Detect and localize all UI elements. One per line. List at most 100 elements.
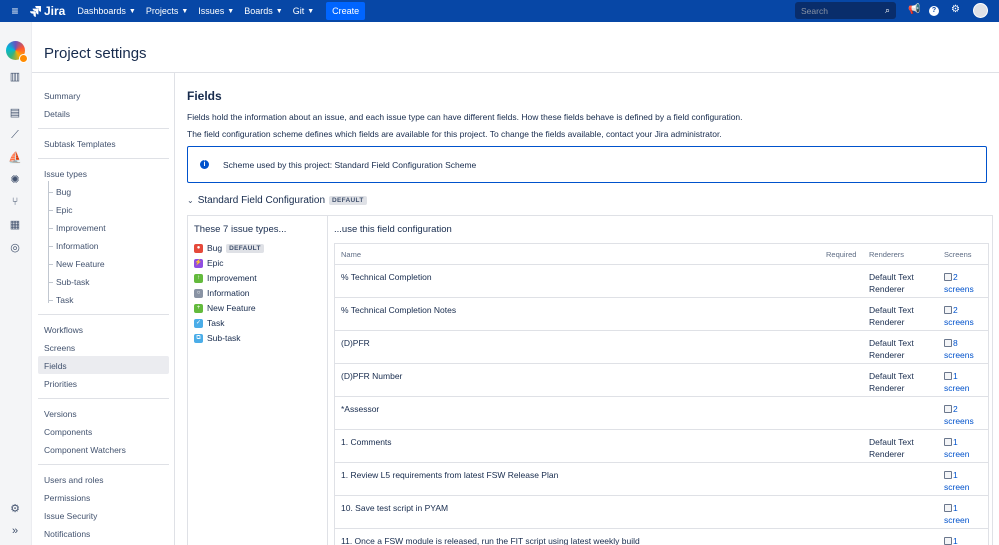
field-screens-link[interactable]: 1: [944, 535, 984, 545]
divider: [38, 398, 169, 399]
menu-boards[interactable]: Boards ▼: [244, 6, 282, 16]
issue-type-epic: ⚡ Epic: [194, 258, 224, 268]
field-renderer: Default Text Renderer: [869, 371, 914, 393]
menu-issues[interactable]: Issues ▼: [198, 6, 234, 16]
app-switcher-icon[interactable]: ≡: [0, 4, 30, 18]
info-icon: i: [200, 160, 209, 169]
field-name: % Technical Completion Notes: [341, 305, 457, 315]
sidebar-item-epic[interactable]: Epic: [56, 205, 73, 215]
create-button[interactable]: Create: [326, 2, 366, 20]
improvement-icon: ↑: [194, 273, 203, 283]
config-header[interactable]: ⌄ Standard Field Configuration DEFAULT: [187, 195, 367, 206]
field-screens-link[interactable]: 1 screen: [944, 370, 984, 394]
fields-column: ...use this field configuration Name Req…: [334, 216, 994, 545]
sidebar-item-issue-types[interactable]: Issue types: [44, 169, 87, 179]
sidebar-item-component-watchers[interactable]: Component Watchers: [44, 445, 126, 455]
sidebar-item-new-feature[interactable]: New Feature: [56, 259, 105, 269]
project-badge-icon: [19, 54, 28, 63]
sidebar-item-workflows[interactable]: Workflows: [44, 325, 83, 335]
field-name: 1. Comments: [341, 437, 392, 447]
chevron-down-icon[interactable]: ⌄: [187, 196, 194, 205]
sidebar-item-permissions[interactable]: Permissions: [44, 493, 90, 503]
code-icon[interactable]: ⑂: [8, 195, 22, 209]
sidebar-item-fields[interactable]: Fields: [44, 361, 67, 371]
search-placeholder: Search: [801, 6, 828, 16]
screens-count: 1: [953, 536, 958, 545]
table-row: 11. Once a FSW module is released, run t…: [335, 529, 988, 545]
fields-table: Name Required Renderers Screens % Techni…: [334, 243, 989, 545]
screen-icon: [944, 306, 952, 314]
sidebar-item-task[interactable]: Task: [56, 295, 73, 305]
reports-icon[interactable]: ⟋: [8, 128, 22, 142]
settings-icon[interactable]: ⚙: [8, 502, 22, 516]
table-row: 10. Save test script in PYAM 1 screen: [335, 496, 988, 529]
sidebar-item-bug[interactable]: Bug: [56, 187, 71, 197]
screen-icon: [944, 471, 952, 479]
page-title: Project settings: [44, 45, 147, 62]
sidebar-item-versions[interactable]: Versions: [44, 409, 77, 419]
new-feature-icon: +: [194, 303, 203, 313]
description-paragraph: The field configuration scheme defines w…: [187, 129, 722, 139]
sidebar-item-subtask-templates[interactable]: Subtask Templates: [44, 139, 116, 149]
field-renderer: Default Text Renderer: [869, 272, 914, 294]
components-icon[interactable]: ✺: [8, 173, 22, 187]
user-avatar[interactable]: [973, 3, 988, 18]
sidebar-item-improvement[interactable]: Improvement: [56, 223, 106, 233]
field-screens-link[interactable]: 1 screen: [944, 469, 984, 493]
field-screens-link[interactable]: 2 screens: [944, 403, 984, 427]
sidebar-item-screens[interactable]: Screens: [44, 343, 75, 353]
issue-type-name: Task: [207, 318, 225, 328]
table-row: (D)PFR Number Default Text Renderer 1 scre…: [335, 364, 988, 397]
page-header: Project settings: [32, 22, 999, 73]
releases-icon[interactable]: ⛵: [8, 151, 22, 165]
sidebar-item-priorities[interactable]: Priorities: [44, 379, 77, 389]
issue-type-new-feature: + New Feature: [194, 303, 256, 313]
top-navigation: ≡ Jira Dashboards ▼ Projects ▼ Issues ▼ Boa…: [0, 0, 999, 22]
field-screens-link[interactable]: 2 screens: [944, 271, 984, 295]
jira-logo[interactable]: Jira: [30, 4, 65, 18]
menu-label: Issues: [198, 6, 225, 16]
field-screens-link[interactable]: 2 screens: [944, 304, 984, 328]
sidebar-item-sub-task[interactable]: Sub-task: [56, 277, 90, 287]
field-renderer: Default Text Renderer: [869, 338, 914, 360]
issue-type-name: Sub-task: [207, 333, 241, 343]
project-avatar[interactable]: [6, 41, 28, 63]
gear-icon[interactable]: ⚙: [951, 4, 960, 15]
field-screens-link[interactable]: 8 screens: [944, 337, 984, 361]
search-input[interactable]: Search ⌕: [795, 2, 896, 19]
tree-tick: [48, 210, 53, 211]
field-screens-link[interactable]: 1 screen: [944, 502, 984, 526]
backlog-icon[interactable]: ▤: [8, 106, 22, 120]
issue-type-name: Improvement: [207, 273, 257, 283]
sidebar-item-information[interactable]: Information: [56, 241, 99, 251]
field-screens-link[interactable]: 1 screen: [944, 436, 984, 460]
menu-dashboards[interactable]: Dashboards ▼: [77, 6, 135, 16]
field-renderer: Default Text Renderer: [869, 437, 914, 459]
menu-projects[interactable]: Projects ▼: [146, 6, 188, 16]
sidebar-item-notifications[interactable]: Notifications: [44, 529, 90, 539]
jira-icon: [30, 5, 41, 17]
board-icon[interactable]: ▥: [8, 70, 22, 84]
column-header-name[interactable]: Name: [341, 249, 361, 261]
divider: [38, 158, 169, 159]
sidebar-item-users-and-roles[interactable]: Users and roles: [44, 475, 104, 485]
issue-type-information: ○ Information: [194, 288, 250, 298]
issue-type-improvement: ↑ Improvement: [194, 273, 257, 283]
field-name: (D)PFR Number: [341, 371, 403, 381]
menu-git[interactable]: Git ▼: [293, 6, 314, 16]
sidebar-item-details[interactable]: Details: [44, 109, 70, 119]
pages-icon[interactable]: ▦: [8, 218, 22, 232]
sidebar-item-summary[interactable]: Summary: [44, 91, 80, 101]
megaphone-icon[interactable]: 📢: [908, 4, 920, 15]
tree-tick: [48, 300, 53, 301]
description-paragraph: Fields hold the information about an iss…: [187, 112, 743, 122]
issue-type-name: Epic: [207, 258, 224, 268]
expand-icon[interactable]: »: [8, 524, 22, 538]
sidebar-item-components[interactable]: Components: [44, 427, 92, 437]
section-title: Fields: [187, 89, 222, 103]
sidebar-item-issue-security[interactable]: Issue Security: [44, 511, 97, 521]
add-item-icon[interactable]: ◎: [8, 241, 22, 255]
help-icon[interactable]: ?: [929, 6, 939, 16]
epic-icon: ⚡: [194, 258, 203, 268]
issue-type-name: New Feature: [207, 303, 256, 313]
